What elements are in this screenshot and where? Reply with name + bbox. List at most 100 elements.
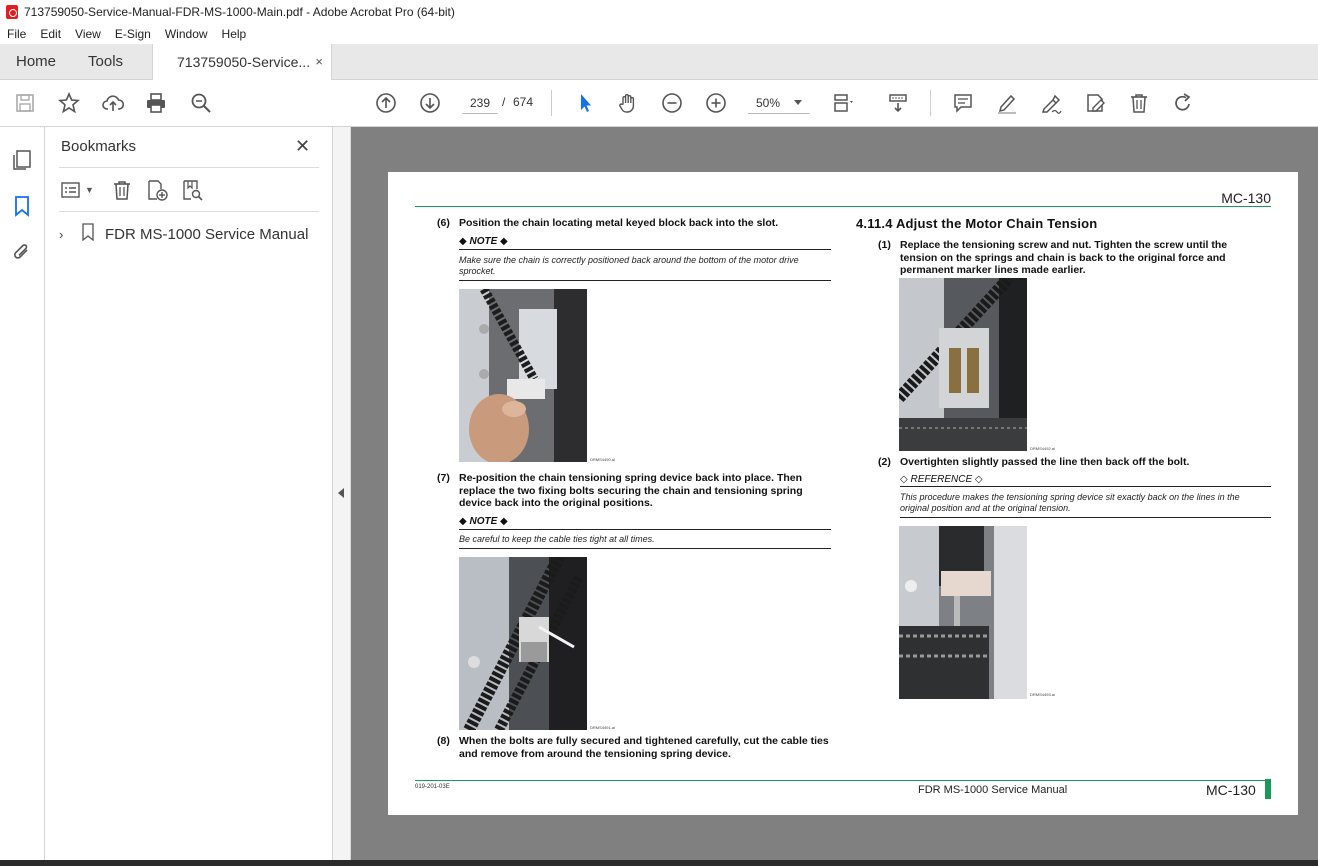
reference-heading: ◇ REFERENCE ◇ (900, 474, 983, 485)
footer-rule (415, 780, 1265, 781)
step-8: (8) When the bolts are fully secured and… (437, 735, 831, 760)
tab-document-label: 713759050-Service... (177, 54, 311, 70)
attachments-paperclip-icon[interactable] (10, 240, 34, 264)
step-text: Re-position the chain tensioning spring … (459, 472, 803, 509)
footer-page-code: MC-130 (1206, 782, 1256, 798)
menu-help[interactable]: Help (222, 27, 247, 41)
comment-icon[interactable] (950, 90, 976, 116)
chevron-right-icon[interactable]: › (59, 227, 69, 242)
note-rule (459, 529, 831, 530)
chevron-down-icon: ▼ (85, 185, 94, 195)
figure-id: DRMS4490.ai (590, 457, 615, 462)
note-heading: ◆ NOTE ◆ (459, 236, 508, 247)
zoom-out-icon[interactable] (659, 90, 685, 116)
menu-bar: File Edit View E-Sign Window Help (0, 24, 1318, 44)
draw-sign-icon[interactable] (1038, 90, 1064, 116)
menu-view[interactable]: View (75, 27, 101, 41)
cloud-upload-icon[interactable] (100, 90, 126, 116)
section-title: 4.11.4 Adjust the Motor Chain Tension (856, 216, 1098, 231)
edit-pdf-icon[interactable] (1082, 90, 1108, 116)
tab-home[interactable]: Home (0, 44, 72, 79)
hand-tool-icon[interactable] (615, 90, 641, 116)
highlight-pen-icon[interactable] (994, 90, 1020, 116)
step-text: Position the chain locating metal keyed … (459, 217, 779, 229)
collapse-arrow-icon (338, 488, 344, 498)
pdf-page: MC-130 (6) Position the chain locating m… (388, 172, 1298, 815)
footer-green-tab (1265, 779, 1271, 799)
toolbar-divider (551, 90, 552, 116)
page-display-icon[interactable] (830, 90, 856, 116)
star-icon[interactable] (56, 90, 82, 116)
acrobat-app-icon (6, 5, 18, 19)
reference-body: This procedure makes the tensioning spri… (900, 492, 1240, 513)
left-navigation-rail (0, 127, 45, 866)
step-number: (2) (878, 456, 891, 468)
delete-bookmark-icon[interactable] (111, 177, 133, 203)
save-icon[interactable] (12, 90, 38, 116)
zoom-level-select[interactable]: 50% (748, 92, 810, 114)
note-body: Make sure the chain is correctly positio… (459, 255, 799, 276)
close-icon[interactable]: ✕ (295, 136, 310, 157)
tab-document[interactable]: 713759050-Service... × (152, 44, 332, 80)
menu-window[interactable]: Window (165, 27, 208, 41)
bookmark-panel-icon[interactable] (10, 194, 34, 218)
print-icon[interactable] (143, 90, 169, 116)
scroll-mode-icon[interactable] (885, 90, 911, 116)
delete-icon[interactable] (1126, 90, 1152, 116)
figure-id: DRMS4493.ai (1030, 692, 1055, 697)
tab-bar: Home Tools 713759050-Service... × (0, 44, 1318, 80)
tab-close-icon[interactable]: × (315, 54, 323, 69)
bookmark-options-icon[interactable]: ▼ (61, 177, 94, 203)
document-viewer[interactable]: MC-130 (6) Position the chain locating m… (351, 127, 1318, 860)
new-bookmark-icon[interactable] (146, 177, 168, 203)
bookmark-icon (81, 223, 95, 245)
panel-collapse-handle[interactable] (333, 127, 351, 866)
step-number: (7) (437, 472, 450, 484)
note-rule (459, 548, 831, 549)
footer-doc-code: 019-201-03E (415, 784, 450, 790)
chevron-down-icon (794, 100, 802, 105)
window-title: 713759050-Service-Manual-FDR-MS-1000-Mai… (24, 5, 455, 19)
figure-id: DRMS4492.ai (1030, 446, 1055, 451)
note-body: Be careful to keep the cable ties tight … (459, 534, 655, 544)
title-bar: 713759050-Service-Manual-FDR-MS-1000-Mai… (0, 0, 1318, 24)
previous-page-icon[interactable] (373, 90, 399, 116)
reference-rule (900, 517, 1271, 518)
bookmark-item[interactable]: › FDR MS-1000 Service Manual (59, 223, 308, 245)
step-number: (6) (437, 217, 450, 229)
page-total: 674 (513, 95, 534, 109)
page-thumbnails-icon[interactable] (10, 148, 34, 172)
photo-chain-block (459, 289, 587, 462)
step-number: (1) (878, 239, 891, 251)
footer-manual-title: FDR MS-1000 Service Manual (918, 784, 1068, 796)
next-page-icon[interactable] (417, 90, 443, 116)
bookmarks-panel: Bookmarks ✕ ▼ › FDR MS-1000 Service Manu… (45, 127, 333, 866)
select-cursor-icon[interactable] (572, 90, 598, 116)
redo-rotate-icon[interactable] (1170, 90, 1196, 116)
menu-edit[interactable]: Edit (40, 27, 61, 41)
note-heading: ◆ NOTE ◆ (459, 516, 508, 527)
note-rule (459, 249, 831, 250)
menu-file[interactable]: File (7, 27, 26, 41)
note-rule (459, 280, 831, 281)
find-bookmark-icon[interactable] (181, 177, 203, 203)
step-text: When the bolts are fully secured and tig… (459, 735, 829, 760)
figure-id: DRMS4491.ai (590, 725, 615, 730)
zoom-level-value: 50% (756, 95, 781, 110)
step-number: (8) (437, 735, 450, 747)
search-zoom-icon[interactable] (188, 90, 214, 116)
menu-e-sign[interactable]: E-Sign (115, 27, 151, 41)
page-header-code: MC-130 (1221, 190, 1271, 206)
step-1: (1) Replace the tensioning screw and nut… (878, 239, 1250, 277)
step-6: (6) Position the chain locating metal ke… (437, 217, 829, 230)
page-separator: / (502, 95, 506, 109)
header-rule (415, 206, 1271, 207)
tab-tools[interactable]: Tools (72, 44, 139, 79)
page-number-input[interactable]: 239 (462, 92, 498, 114)
taskbar-strip (0, 860, 1318, 866)
bookmark-label: FDR MS-1000 Service Manual (105, 225, 309, 243)
zoom-in-icon[interactable] (703, 90, 729, 116)
photo-motor-chain (899, 278, 1027, 451)
bookmarks-title: Bookmarks (61, 138, 137, 155)
divider (59, 167, 319, 168)
